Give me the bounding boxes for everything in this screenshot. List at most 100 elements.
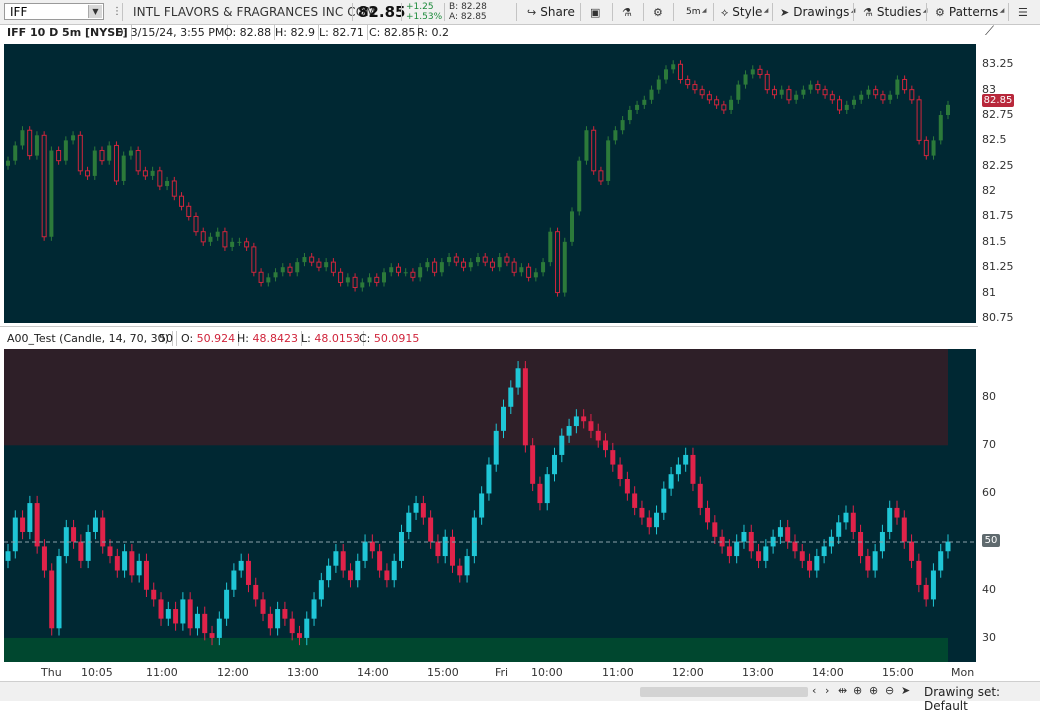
price-candle (822, 89, 828, 96)
expand-horizontal-icon[interactable]: ⇹ (838, 684, 847, 697)
price-candle (186, 205, 192, 217)
price-candle (873, 89, 879, 96)
price-candle (389, 267, 394, 273)
indicator-candle (690, 454, 696, 484)
bottom-bar: ‹ › ⇹ ⊕ ⊕ ⊖ ➤ Drawing set: Default (0, 681, 1040, 713)
price-candle (324, 262, 329, 268)
indicator-candle (180, 599, 186, 624)
indicator-candle (41, 546, 47, 571)
price-candle (150, 170, 155, 176)
indicator-y-tick: 80 (982, 390, 996, 404)
indicator-candle (741, 531, 747, 542)
price-candle (273, 272, 278, 278)
indicator-candle (471, 517, 477, 557)
indicator-candle (552, 454, 558, 475)
indicator-candle (486, 464, 492, 494)
indicator-candle (858, 531, 864, 557)
price-candle (49, 150, 54, 237)
time-tick: 14:00 (357, 666, 389, 679)
price-candle (548, 231, 553, 263)
price-y-tick: 80.75 (982, 310, 1014, 324)
indicator-candle (27, 503, 33, 532)
price-candle (113, 144, 119, 182)
indicator-candle (566, 426, 572, 436)
time-tick: 10:05 (81, 666, 113, 679)
zoom-out-icon[interactable]: ⊖ (885, 684, 894, 697)
price-candle (649, 89, 654, 100)
price-candle (251, 246, 257, 273)
price-candle (923, 139, 929, 157)
indicator-candle (763, 546, 769, 561)
pointer-icon[interactable]: ➤ (901, 684, 910, 697)
indicator-candle (544, 474, 550, 504)
price-candle (591, 129, 597, 172)
horizontal-scrollbar[interactable] (640, 687, 808, 697)
indicator-candle (675, 464, 681, 475)
price-candle (13, 145, 18, 161)
indicator-candle (34, 503, 40, 547)
price-candle (866, 89, 871, 95)
price-candle (71, 135, 76, 141)
indicator-candle (369, 541, 375, 552)
price-candle (526, 266, 532, 278)
indicator-candle (661, 488, 667, 513)
price-candle (41, 134, 47, 238)
indicator-candle (785, 527, 791, 542)
price-candle (418, 267, 423, 278)
indicator-candle (603, 440, 609, 451)
price-candle (432, 261, 438, 273)
indicator-candle (508, 387, 514, 407)
indicator-candle (136, 560, 142, 576)
indicator-candle (71, 527, 77, 542)
price-y-tick: 82.75 (982, 108, 1014, 122)
indicator-candle (479, 493, 485, 518)
indicator-candle (158, 599, 164, 619)
indicator-candle (173, 609, 179, 624)
indicator-candle (894, 507, 900, 518)
price-candle (99, 150, 105, 162)
indicator-candle (909, 541, 915, 561)
indicator-candle (362, 541, 368, 561)
indicator-candle (799, 551, 805, 561)
price-candle (577, 160, 582, 212)
price-candle (677, 63, 683, 81)
time-tick: 15:00 (427, 666, 459, 679)
indicator-candle (304, 618, 310, 638)
price-candle (931, 140, 936, 156)
indicator-y-tick: 40 (982, 582, 996, 596)
price-candle (837, 99, 843, 111)
price-candle (902, 79, 908, 91)
scroll-right-icon[interactable]: › (825, 684, 829, 697)
price-candle (142, 170, 148, 177)
indicator-candle (887, 507, 893, 532)
indicator-candle (654, 512, 660, 528)
indicator-candle (282, 609, 288, 619)
price-candle (895, 79, 900, 95)
price-y-tick: 82.25 (982, 158, 1014, 172)
indicator-candle (464, 556, 470, 576)
indicator-candle (923, 584, 929, 600)
indicator-candle (355, 560, 361, 581)
indicator-candle (333, 551, 339, 566)
price-candle (215, 231, 220, 237)
price-candle (946, 104, 950, 116)
last-price-tag: 82.85 (982, 94, 1014, 107)
price-candle (511, 261, 517, 273)
price-candle (461, 261, 467, 268)
price-candle (295, 262, 300, 273)
indicator-candle (340, 551, 346, 571)
time-tick: 10:00 (531, 666, 563, 679)
price-candle (345, 277, 350, 283)
indicator-candle (945, 541, 951, 552)
scroll-left-icon[interactable]: ‹ (812, 684, 816, 697)
indicator-candle (501, 406, 507, 431)
price-candle (497, 257, 502, 268)
indicator-candle (384, 570, 390, 581)
drawing-set-label[interactable]: Drawing set: Default (924, 685, 1040, 713)
indicator-candle (515, 368, 521, 388)
crosshair-icon[interactable]: ⊕ (853, 684, 862, 697)
time-tick: 11:00 (146, 666, 178, 679)
zoom-in-icon[interactable]: ⊕ (869, 684, 878, 697)
price-candle (736, 84, 741, 100)
price-y-tick: 81 (982, 285, 996, 299)
